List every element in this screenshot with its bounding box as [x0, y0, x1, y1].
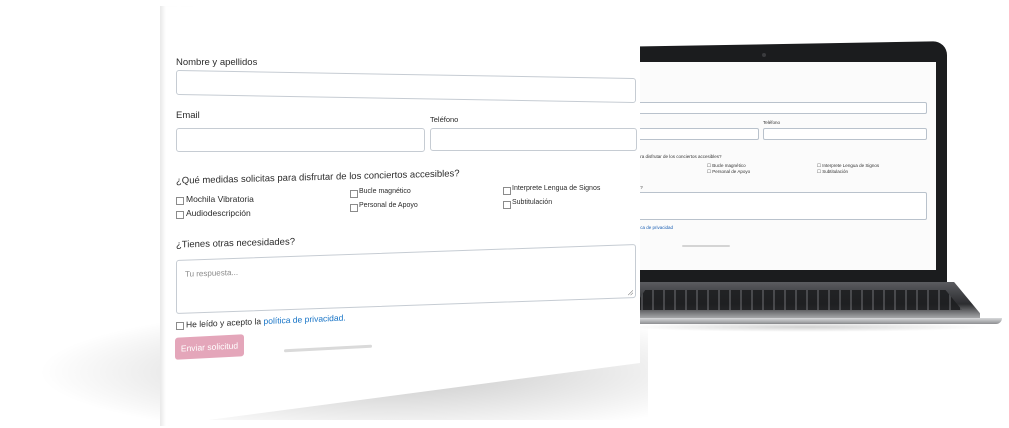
option-label-personal: Personal de Apoyo — [359, 202, 418, 209]
panel-edge — [160, 6, 166, 426]
privacy-checkbox[interactable] — [176, 322, 184, 330]
laptop-screen: Teléfono itas para disfrutar de los conc… — [627, 62, 936, 270]
needs-placeholder: Tu respuesta... — [185, 267, 239, 279]
laptop-needs-textarea[interactable] — [627, 192, 927, 220]
laptop-phone-field[interactable] — [763, 128, 927, 140]
laptop-phone-label: Teléfono — [763, 120, 781, 125]
email-input[interactable] — [176, 128, 425, 152]
laptop-option-label: Subtitulación — [822, 169, 849, 174]
camera-icon — [762, 53, 766, 57]
laptop-measures-question: itas para disfrutar de los conciertos ac… — [627, 154, 722, 159]
laptop-keyboard — [632, 290, 962, 310]
option-label-audiodescripcion: Audiodescripción — [186, 208, 251, 218]
option-label-mochila: Mochila Vibratoria — [186, 194, 254, 204]
checkbox-bucle[interactable] — [350, 190, 358, 198]
laptop-name-field[interactable] — [627, 102, 927, 114]
laptop-option[interactable]: ☐ Subtitulación — [817, 169, 848, 175]
option-label-subtitulacion: Subtitulación — [512, 199, 553, 206]
phone-input[interactable] — [430, 128, 637, 151]
checkbox-interprete[interactable] — [503, 187, 511, 195]
laptop-shadow — [625, 322, 985, 332]
laptop-option[interactable]: ☐ Personal de Apoyo — [707, 169, 750, 175]
email-label: Email — [176, 110, 200, 121]
name-label: Nombre y apellidos — [176, 57, 258, 68]
resize-handle-icon[interactable] — [628, 290, 633, 296]
checkbox-personal[interactable] — [350, 204, 358, 212]
laptop-option-label: Personal de Apoyo — [712, 169, 751, 174]
laptop-email-field[interactable] — [627, 128, 759, 140]
laptop-divider — [682, 245, 730, 247]
checkbox-subtitulacion[interactable] — [503, 201, 511, 209]
checkbox-audiodescripcion[interactable] — [176, 211, 184, 219]
option-label-bucle: Bucle magnético — [359, 188, 411, 195]
phone-label: Teléfono — [430, 115, 459, 124]
laptop-option-label: Interprete Lengua de Signos — [822, 163, 880, 168]
submit-button[interactable]: Enviar solicitud — [175, 334, 244, 360]
laptop-option-label: Bucle magnético — [712, 163, 746, 168]
checkbox-mochila[interactable] — [176, 197, 184, 205]
option-label-interprete: Interprete Lengua de Signos — [512, 185, 601, 192]
